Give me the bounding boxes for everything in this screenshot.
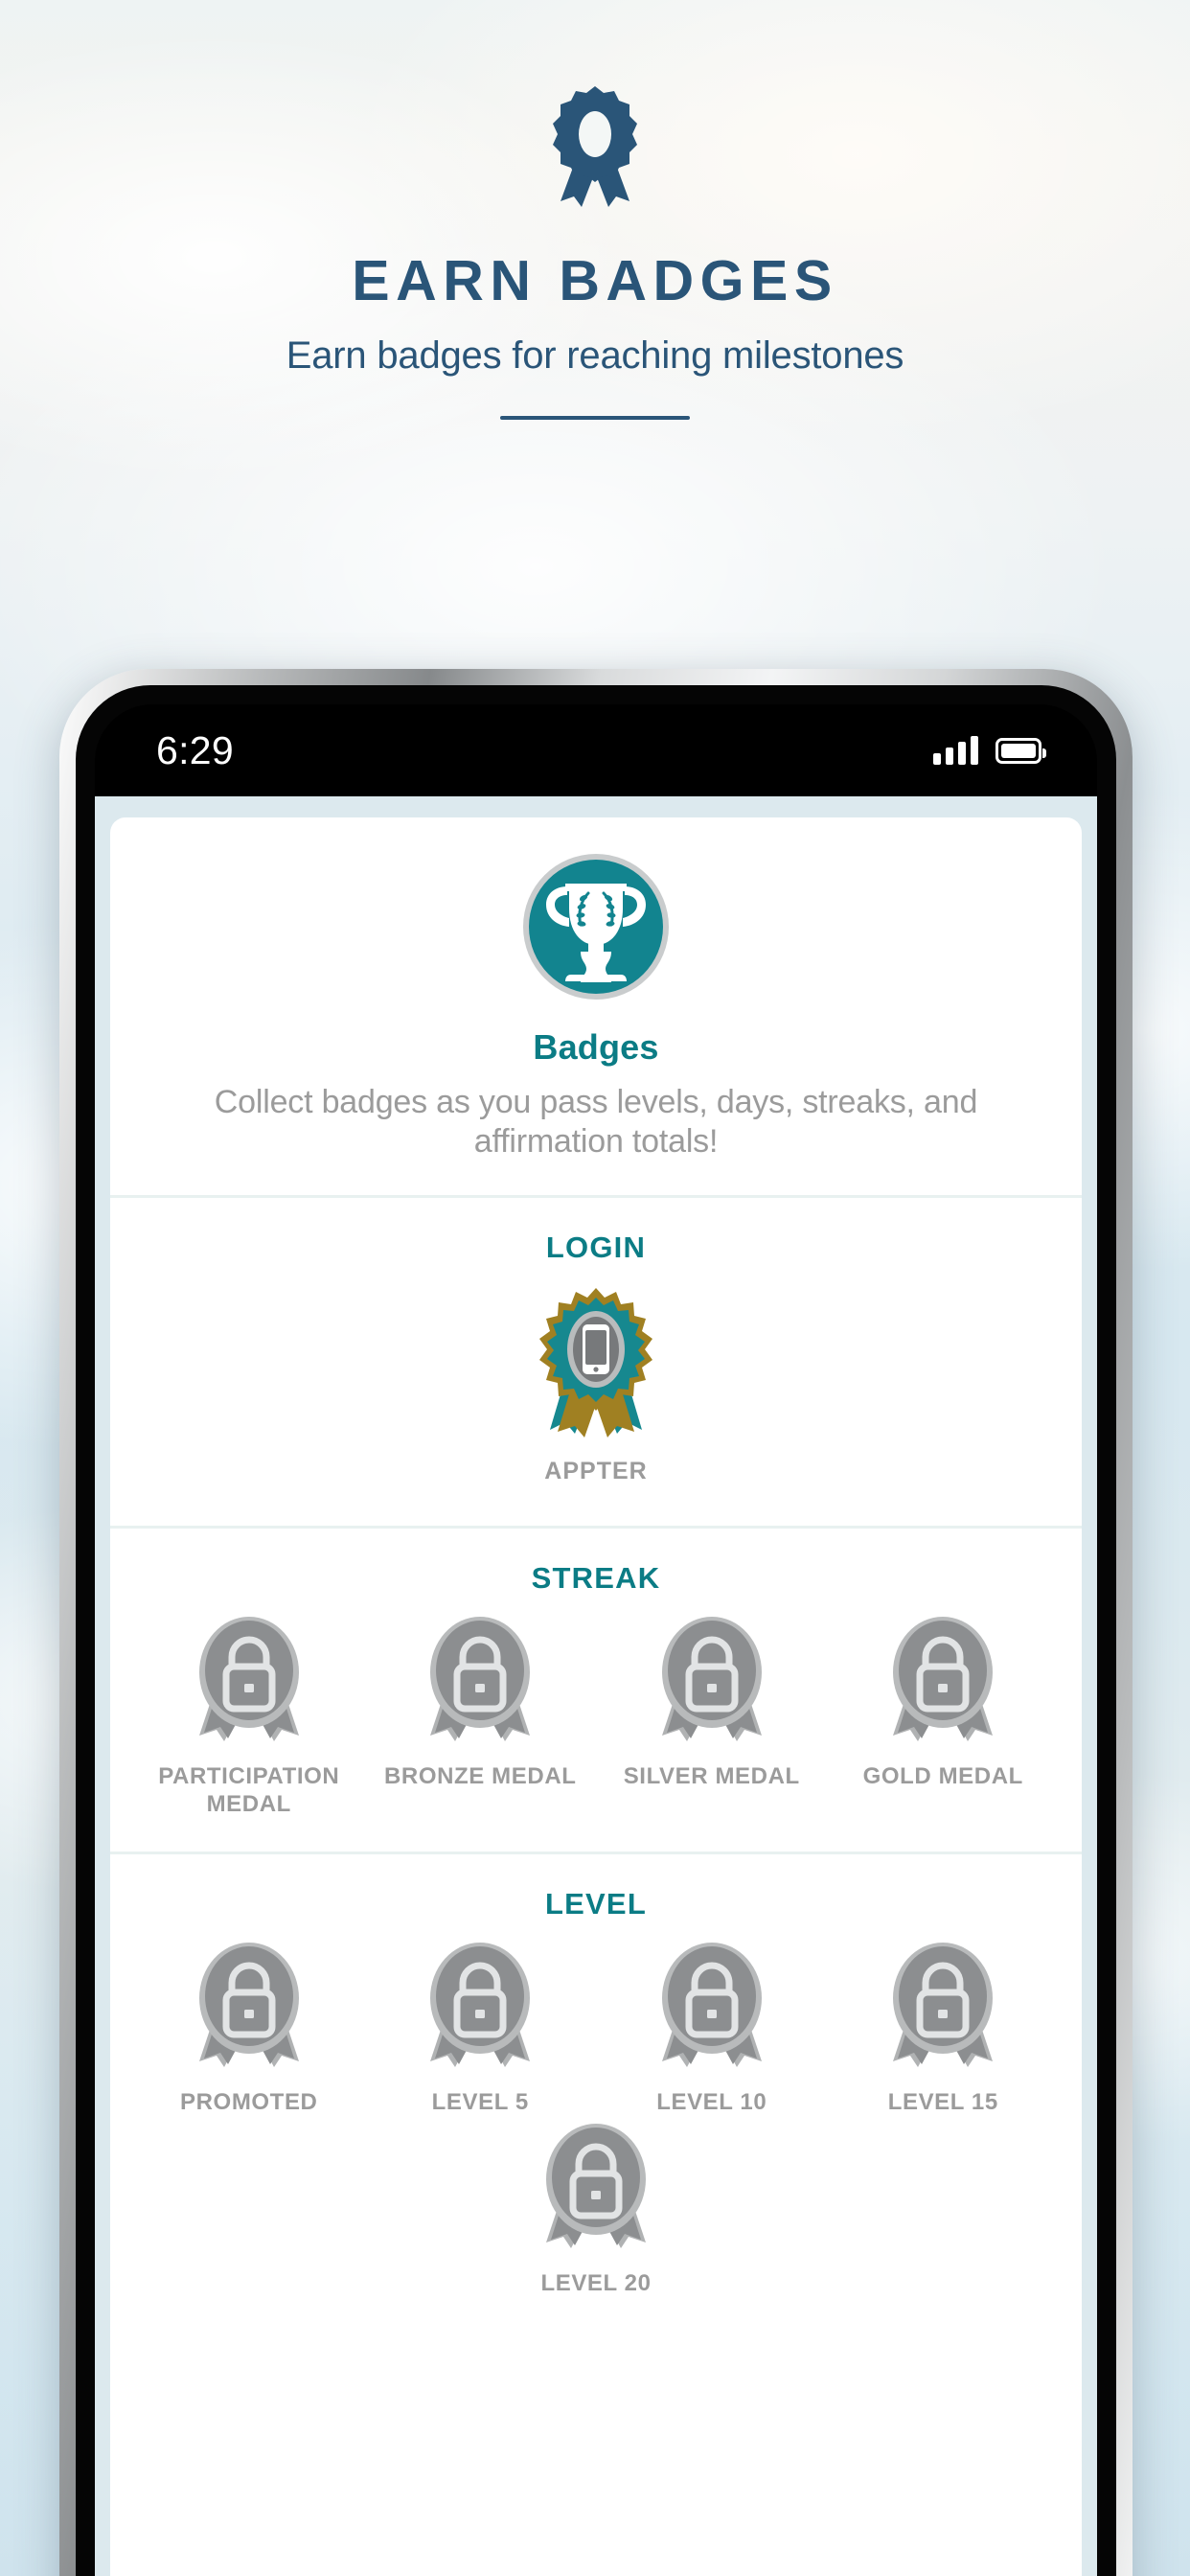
badge-item-bronze-medal[interactable]: BRONZE MEDAL xyxy=(365,1609,597,1819)
lock-rosette-badge-icon xyxy=(419,1942,541,2080)
hero-title: Badges xyxy=(533,1027,659,1067)
signal-bars-icon xyxy=(933,736,978,765)
badge-label: PARTICIPATION MEDAL xyxy=(158,1762,340,1817)
badge-label: LEVEL 10 xyxy=(656,2088,767,2115)
badge-label: PROMOTED xyxy=(180,2088,318,2115)
badge-grid-streak: PARTICIPATION MEDAL BRONZE MEDAL SILVER … xyxy=(127,1605,1064,1852)
badge-label: GOLD MEDAL xyxy=(862,1762,1023,1789)
badge-item-level-15[interactable]: LEVEL 15 xyxy=(828,1935,1060,2117)
app-body: Badges Collect badges as you pass levels… xyxy=(95,796,1097,2576)
badge-item-participation-medal[interactable]: PARTICIPATION MEDAL xyxy=(133,1609,365,1819)
page-title: EARN BADGES xyxy=(352,249,838,312)
lock-rosette-badge-icon xyxy=(881,1616,1004,1754)
status-icons xyxy=(933,736,1046,765)
badges-hero: Badges Collect badges as you pass levels… xyxy=(110,817,1082,1198)
badge-item-promoted[interactable]: PROMOTED xyxy=(133,1935,365,2117)
section-title-level: LEVEL xyxy=(545,1886,647,1920)
badge-item-appter[interactable]: APPTER xyxy=(133,1278,1059,1493)
badges-card: Badges Collect badges as you pass levels… xyxy=(110,817,1082,2576)
battery-full-icon xyxy=(995,737,1046,764)
phone-rosette-badge-icon xyxy=(533,1286,659,1444)
section-streak: STREAK PARTICIPATION MEDAL BRONZE MEDAL … xyxy=(110,1529,1082,1854)
badge-grid-level: PROMOTED LEVEL 5 LEVEL 10 LEVEL 15 LEVEL… xyxy=(127,1931,1064,2332)
phone-screen: 6:29 Badges Collect badges as you pass l… xyxy=(95,704,1097,2576)
lock-rosette-badge-icon xyxy=(651,1616,773,1754)
lock-rosette-badge-icon xyxy=(881,1942,1004,2080)
lock-rosette-badge-icon xyxy=(535,2124,657,2261)
badge-label: LEVEL 15 xyxy=(887,2088,998,2115)
badge-label: LEVEL 5 xyxy=(431,2088,529,2115)
section-title-streak: STREAK xyxy=(531,1560,661,1595)
badge-label: APPTER xyxy=(544,1457,648,1484)
badge-label: SILVER MEDAL xyxy=(623,1762,800,1789)
hero-description: Collect badges as you pass levels, days,… xyxy=(214,1084,978,1161)
badge-item-gold-medal[interactable]: GOLD MEDAL xyxy=(828,1609,1060,1819)
badge-item-silver-medal[interactable]: SILVER MEDAL xyxy=(596,1609,828,1819)
badge-label: LEVEL 20 xyxy=(540,2270,652,2297)
status-time: 6:29 xyxy=(156,727,234,772)
badge-item-level-20[interactable]: LEVEL 20 xyxy=(133,2116,1059,2298)
section-level: LEVEL PROMOTED LEVEL 5 LEVEL 10 LEVEL 15… xyxy=(110,1854,1082,2332)
promo-header: EARN BADGES Earn badges for reaching mil… xyxy=(0,0,1190,613)
status-bar: 6:29 xyxy=(95,704,1097,796)
award-ribbon-icon xyxy=(545,84,645,216)
lock-rosette-badge-icon xyxy=(419,1616,541,1754)
phone-mockup: 6:29 Badges Collect badges as you pass l… xyxy=(59,669,1133,2576)
lock-rosette-badge-icon xyxy=(651,1942,773,2080)
section-title-login: LOGIN xyxy=(545,1230,647,1264)
badge-item-level-10[interactable]: LEVEL 10 xyxy=(596,1935,828,2117)
page-subtitle: Earn badges for reaching milestones xyxy=(286,334,904,377)
section-login: LOGIN APPTER xyxy=(110,1198,1082,1529)
badge-item-level-5[interactable]: LEVEL 5 xyxy=(365,1935,597,2117)
badge-grid-login: APPTER xyxy=(127,1275,1064,1526)
badge-label: BRONZE MEDAL xyxy=(383,1762,577,1789)
lock-rosette-badge-icon xyxy=(188,1616,310,1754)
trophy-icon xyxy=(145,852,1047,1006)
lock-rosette-badge-icon xyxy=(188,1942,310,2080)
header-divider xyxy=(500,416,690,420)
